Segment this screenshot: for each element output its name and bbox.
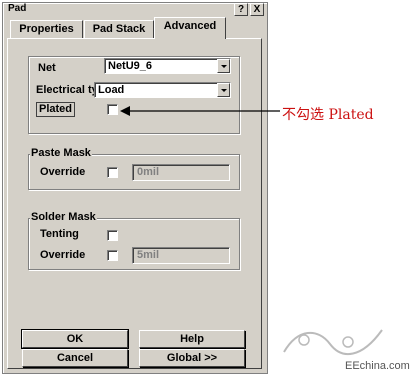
- solder-mask-title: Solder Mask: [30, 211, 97, 223]
- title-bar: [4, 4, 266, 18]
- dialog-title: Pad: [8, 3, 27, 14]
- net-label: Net: [38, 62, 56, 74]
- paste-override-label: Override: [40, 166, 86, 178]
- arrow-icon: [120, 106, 280, 116]
- tenting-checkbox[interactable]: [107, 230, 118, 241]
- tenting-label: Tenting: [40, 228, 79, 240]
- net-select[interactable]: NetU9_6: [104, 58, 231, 74]
- watermark-logo: [283, 329, 383, 355]
- chevron-down-icon[interactable]: [217, 83, 230, 97]
- help-title-button[interactable]: ?: [234, 3, 248, 16]
- tab-advanced[interactable]: Advanced: [154, 17, 226, 39]
- plated-checkbox[interactable]: [107, 104, 118, 115]
- solder-override-checkbox[interactable]: [107, 250, 118, 261]
- global-button[interactable]: Global >>: [139, 349, 245, 367]
- electrical-type-value: Load: [98, 84, 125, 96]
- watermark-site: EEchina.com: [345, 360, 410, 372]
- paste-override-input[interactable]: 0mil: [132, 164, 230, 181]
- paste-mask-title: Paste Mask: [30, 147, 92, 159]
- electrical-type-select[interactable]: Load: [94, 82, 231, 98]
- cancel-button[interactable]: Cancel: [22, 349, 128, 367]
- annotation-text: 不勾选 Plated: [282, 107, 374, 123]
- chevron-down-icon[interactable]: [217, 59, 230, 73]
- tab-properties[interactable]: Properties: [10, 20, 83, 38]
- solder-override-label: Override: [40, 249, 86, 261]
- ok-button[interactable]: OK: [21, 329, 129, 349]
- solder-override-input[interactable]: 5mil: [132, 247, 230, 264]
- help-button[interactable]: Help: [139, 330, 245, 348]
- close-title-button[interactable]: X: [250, 3, 264, 16]
- tab-pad-stack[interactable]: Pad Stack: [84, 20, 154, 38]
- paste-override-checkbox[interactable]: [107, 167, 118, 178]
- plated-label: Plated: [36, 102, 76, 117]
- net-select-value: NetU9_6: [108, 60, 153, 72]
